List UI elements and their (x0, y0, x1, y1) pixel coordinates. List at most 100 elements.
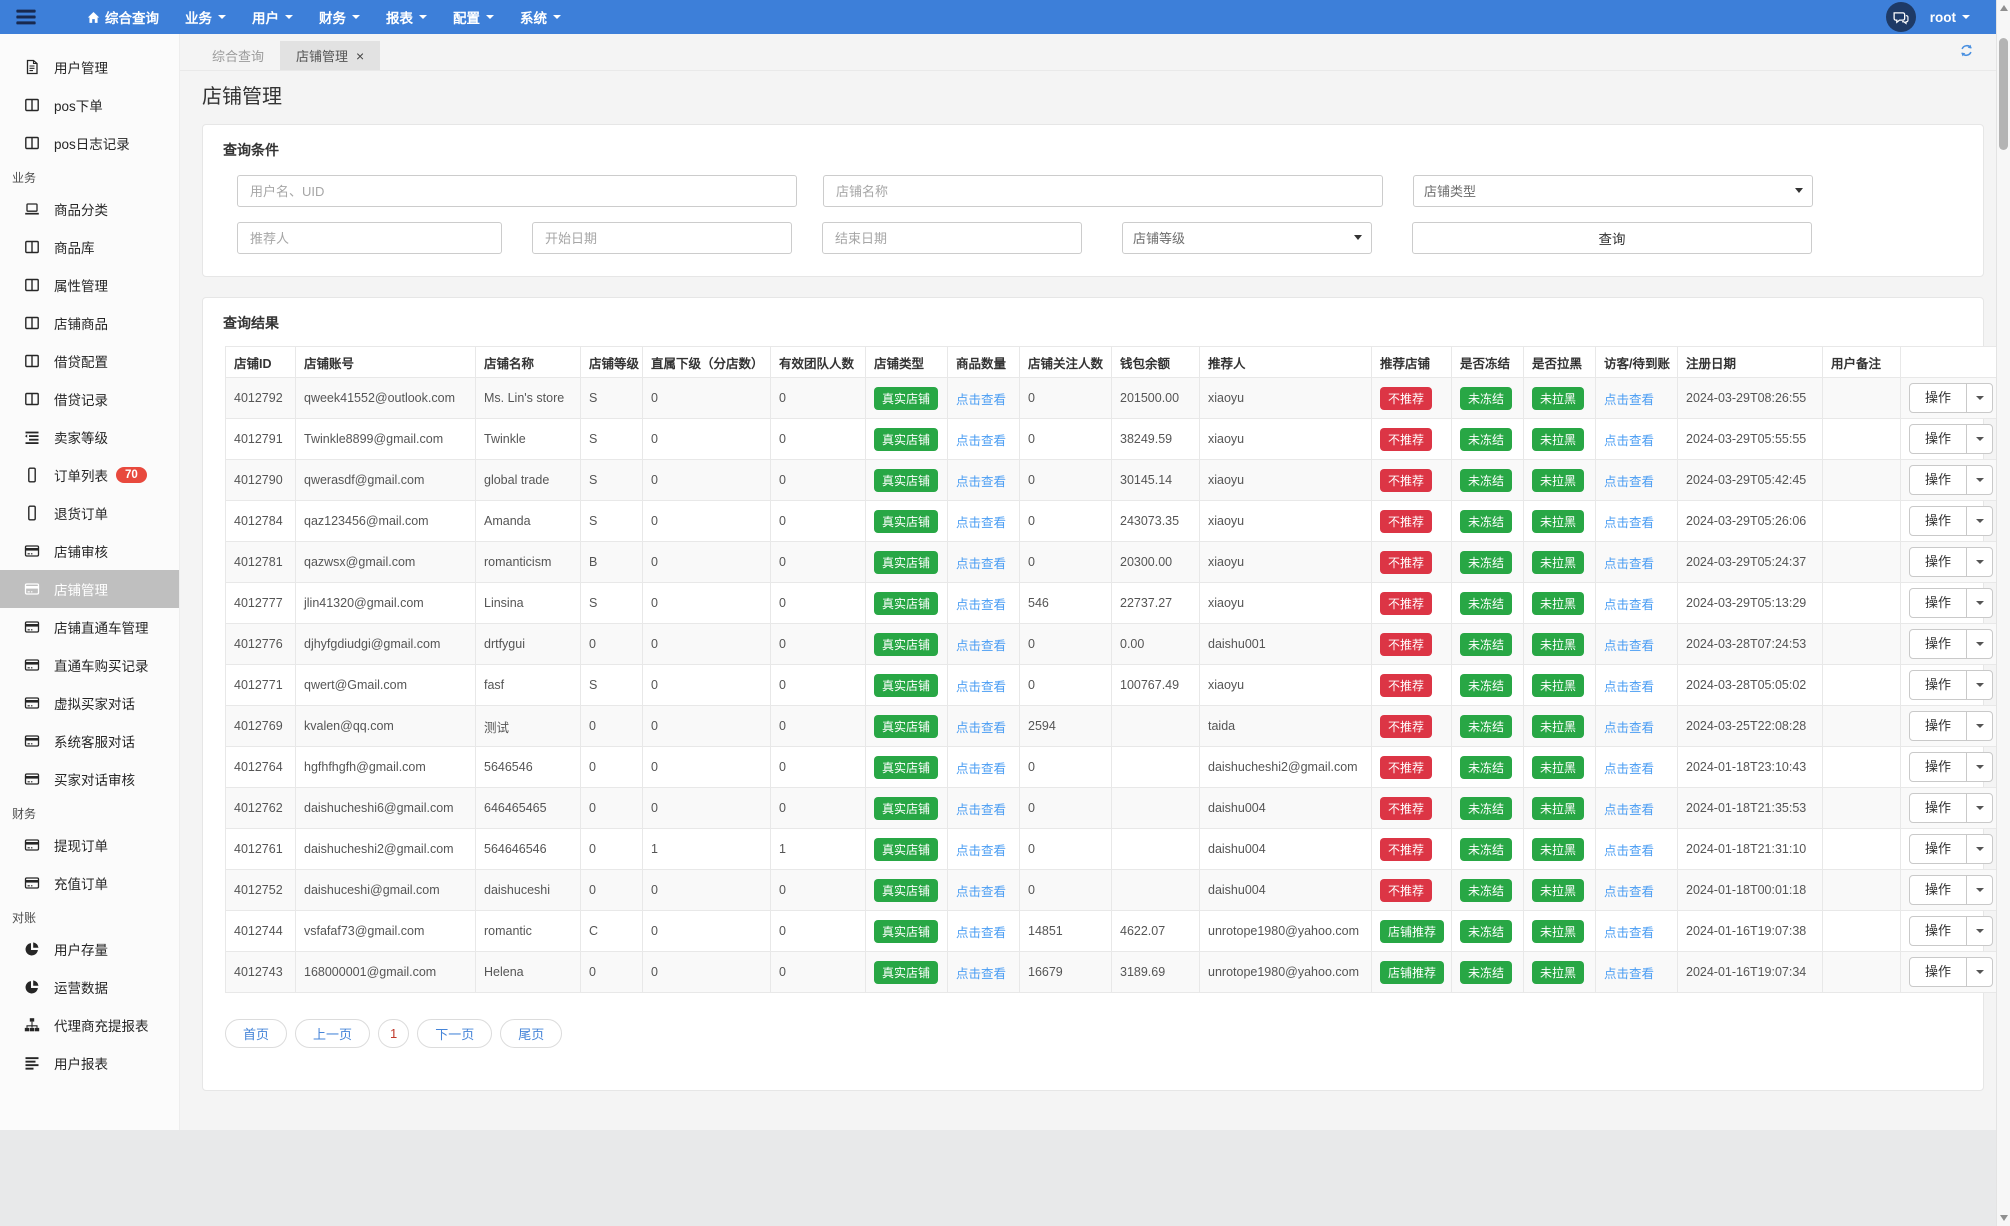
sidebar-item-attribute-management[interactable]: 属性管理 (0, 266, 179, 304)
sidebar-item-agent-recharge-report[interactable]: 代理商充提报表 (0, 1006, 179, 1044)
action-button-label[interactable]: 操作 (1910, 589, 1966, 617)
sidebar-item-return-orders[interactable]: 退货订单 (0, 494, 179, 532)
action-dropdown-toggle[interactable] (1966, 384, 1992, 412)
sidebar-item-buyer-chat-review[interactable]: 买家对话审核 (0, 760, 179, 798)
visitor-view-link[interactable]: 点击查看 (1604, 762, 1654, 776)
action-button-label[interactable]: 操作 (1910, 548, 1966, 576)
goods-view-link[interactable]: 点击查看 (956, 721, 1006, 735)
shop-level-select[interactable]: 店铺等级 (1122, 222, 1372, 254)
action-dropdown-toggle[interactable] (1966, 876, 1992, 904)
sidebar-item-recharge-orders[interactable]: 充值订单 (0, 864, 179, 902)
visitor-view-link[interactable]: 点击查看 (1604, 967, 1654, 981)
action-button[interactable]: 操作 (1909, 752, 1994, 782)
nav-item-users[interactable]: 用户 (239, 0, 306, 34)
chat-button[interactable] (1885, 2, 1916, 32)
action-button-label[interactable]: 操作 (1910, 794, 1966, 822)
action-dropdown-toggle[interactable] (1966, 425, 1992, 453)
visitor-view-link[interactable]: 点击查看 (1604, 598, 1654, 612)
action-button-label[interactable]: 操作 (1910, 835, 1966, 863)
sidebar-item-shop-through-train[interactable]: 店铺直通车管理 (0, 608, 179, 646)
pagination-page-1[interactable]: 1 (378, 1019, 410, 1048)
sidebar-item-goods-library[interactable]: 商品库 (0, 228, 179, 266)
referrer-input[interactable] (237, 222, 502, 254)
sidebar-item-user-management[interactable]: 用户管理 (0, 48, 179, 86)
goods-view-link[interactable]: 点击查看 (956, 475, 1006, 489)
action-dropdown-toggle[interactable] (1966, 630, 1992, 658)
visitor-view-link[interactable]: 点击查看 (1604, 844, 1654, 858)
action-button[interactable]: 操作 (1909, 588, 1994, 618)
goods-view-link[interactable]: 点击查看 (956, 598, 1006, 612)
username-uid-input[interactable] (237, 175, 797, 207)
nav-item-overview-query[interactable]: 综合查询 (74, 0, 172, 34)
action-button[interactable]: 操作 (1909, 465, 1994, 495)
shop-type-select[interactable]: 店铺类型 (1413, 175, 1813, 207)
sidebar-item-withdraw-orders[interactable]: 提现订单 (0, 826, 179, 864)
action-button[interactable]: 操作 (1909, 957, 1994, 987)
sidebar-item-goods-category[interactable]: 商品分类 (0, 190, 179, 228)
action-dropdown-toggle[interactable] (1966, 548, 1992, 576)
action-button[interactable]: 操作 (1909, 383, 1994, 413)
action-button[interactable]: 操作 (1909, 793, 1994, 823)
tab-shop-management[interactable]: 店铺管理 × (280, 41, 381, 70)
visitor-view-link[interactable]: 点击查看 (1604, 393, 1654, 407)
sidebar-item-user-stock[interactable]: 用户存量 (0, 930, 179, 968)
goods-view-link[interactable]: 点击查看 (956, 434, 1006, 448)
goods-view-link[interactable]: 点击查看 (956, 967, 1006, 981)
goods-view-link[interactable]: 点击查看 (956, 557, 1006, 571)
visitor-view-link[interactable]: 点击查看 (1604, 434, 1654, 448)
sidebar-item-shop-goods[interactable]: 店铺商品 (0, 304, 179, 342)
tab-overview-query[interactable]: 综合查询 (196, 41, 280, 70)
vertical-scrollbar[interactable] (1996, 0, 2010, 1226)
scrollbar-thumb[interactable] (1999, 38, 2008, 150)
visitor-view-link[interactable]: 点击查看 (1604, 721, 1654, 735)
action-button[interactable]: 操作 (1909, 629, 1994, 659)
action-button[interactable]: 操作 (1909, 670, 1994, 700)
sidebar-item-loan-config[interactable]: 借贷配置 (0, 342, 179, 380)
action-dropdown-toggle[interactable] (1966, 835, 1992, 863)
action-dropdown-toggle[interactable] (1966, 466, 1992, 494)
pagination-next-page[interactable]: 下一页 (417, 1019, 493, 1048)
goods-view-link[interactable]: 点击查看 (956, 803, 1006, 817)
scroll-down-icon[interactable] (2000, 1215, 2008, 1221)
action-button-label[interactable]: 操作 (1910, 630, 1966, 658)
sidebar-item-virtual-buyer-chat[interactable]: 虚拟买家对话 (0, 684, 179, 722)
goods-view-link[interactable]: 点击查看 (956, 516, 1006, 530)
action-button-label[interactable]: 操作 (1910, 958, 1966, 986)
visitor-view-link[interactable]: 点击查看 (1604, 926, 1654, 940)
action-button[interactable]: 操作 (1909, 834, 1994, 864)
search-button[interactable]: 查询 (1412, 222, 1812, 254)
visitor-view-link[interactable]: 点击查看 (1604, 475, 1654, 489)
action-dropdown-toggle[interactable] (1966, 507, 1992, 535)
visitor-view-link[interactable]: 点击查看 (1604, 885, 1654, 899)
pagination-last-page[interactable]: 尾页 (500, 1019, 563, 1048)
scroll-up-icon[interactable] (2000, 5, 2008, 11)
sidebar-item-through-train-purchase[interactable]: 直通车购买记录 (0, 646, 179, 684)
sidebar-item-order-list[interactable]: 订单列表 70 (0, 456, 179, 494)
action-button-label[interactable]: 操作 (1910, 753, 1966, 781)
action-dropdown-toggle[interactable] (1966, 794, 1992, 822)
action-button-label[interactable]: 操作 (1910, 425, 1966, 453)
action-button[interactable]: 操作 (1909, 711, 1994, 741)
nav-item-config[interactable]: 配置 (440, 0, 507, 34)
nav-item-system[interactable]: 系统 (507, 0, 574, 34)
pagination-first-page[interactable]: 首页 (225, 1019, 288, 1048)
visitor-view-link[interactable]: 点击查看 (1604, 516, 1654, 530)
goods-view-link[interactable]: 点击查看 (956, 844, 1006, 858)
sidebar-item-shop-review[interactable]: 店铺审核 (0, 532, 179, 570)
action-dropdown-toggle[interactable] (1966, 958, 1992, 986)
action-button-label[interactable]: 操作 (1910, 917, 1966, 945)
goods-view-link[interactable]: 点击查看 (956, 680, 1006, 694)
goods-view-link[interactable]: 点击查看 (956, 885, 1006, 899)
action-button-label[interactable]: 操作 (1910, 876, 1966, 904)
sidebar-item-user-report[interactable]: 用户报表 (0, 1044, 179, 1082)
sidebar-item-pos-log[interactable]: pos日志记录 (0, 124, 179, 162)
visitor-view-link[interactable]: 点击查看 (1604, 639, 1654, 653)
refresh-button[interactable] (1959, 43, 1974, 58)
action-dropdown-toggle[interactable] (1966, 589, 1992, 617)
sidebar-toggle-button[interactable] (0, 0, 52, 34)
action-dropdown-toggle[interactable] (1966, 917, 1992, 945)
visitor-view-link[interactable]: 点击查看 (1604, 557, 1654, 571)
action-button[interactable]: 操作 (1909, 875, 1994, 905)
action-button-label[interactable]: 操作 (1910, 671, 1966, 699)
start-date-input[interactable] (532, 222, 792, 254)
